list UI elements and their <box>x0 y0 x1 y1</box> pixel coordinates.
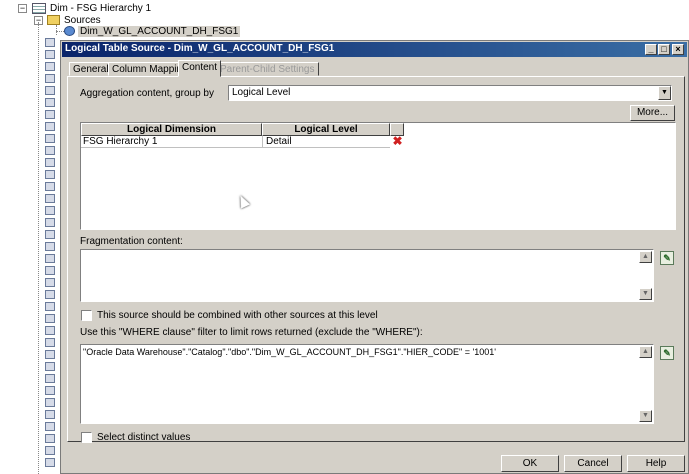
table-icon <box>45 410 55 419</box>
logical-table-source-dialog: Logical Table Source - Dim_W_GL_ACCOUNT_… <box>60 40 689 474</box>
table-icon <box>45 362 55 371</box>
table-icon <box>45 254 55 263</box>
table-icon <box>45 458 55 467</box>
scroll-down-icon[interactable]: ▼ <box>639 288 652 300</box>
edit-expression-icon[interactable]: ✎ <box>660 251 674 265</box>
tree-source-label[interactable]: Dim_W_GL_ACCOUNT_DH_FSG1 <box>78 26 241 37</box>
tab-general[interactable]: General <box>69 62 113 76</box>
more-button[interactable]: More... <box>630 105 675 121</box>
mouse-cursor-icon <box>235 193 251 209</box>
folder-icon <box>47 15 60 25</box>
help-button[interactable]: Help <box>627 455 685 472</box>
tree-column-icons <box>45 38 59 474</box>
table-icon <box>45 38 55 47</box>
table-icon <box>45 146 55 155</box>
table-icon <box>45 86 55 95</box>
aggregation-select-value: Logical Level <box>232 87 291 98</box>
table-icon <box>45 446 55 455</box>
table-icon <box>45 194 55 203</box>
content-tab-panel: Aggregation content, group by Logical Le… <box>67 76 685 443</box>
table-icon <box>45 158 55 167</box>
table-icon <box>45 434 55 443</box>
table-icon <box>45 230 55 239</box>
grid-header-level[interactable]: Logical Level <box>262 123 390 136</box>
table-icon <box>45 98 55 107</box>
close-button[interactable]: × <box>672 44 684 55</box>
table-icon <box>45 110 55 119</box>
tree-sources-label[interactable]: Sources <box>64 15 101 26</box>
table-icon <box>45 386 55 395</box>
table-icon <box>45 242 55 251</box>
tree-dim-label[interactable]: Dim - FSG Hierarchy 1 <box>50 3 151 14</box>
fragmentation-textarea[interactable]: ▲ ▼ <box>80 249 654 302</box>
tree-collapse-dim[interactable]: − <box>18 4 27 13</box>
table-icon <box>45 182 55 191</box>
where-clause-textarea[interactable]: "Oracle Data Warehouse"."Catalog"."dbo".… <box>80 344 654 424</box>
scroll-up-icon[interactable]: ▲ <box>639 346 652 358</box>
combine-sources-checkbox[interactable] <box>81 310 92 321</box>
select-distinct-checkbox[interactable] <box>81 432 92 443</box>
maximize-button[interactable]: □ <box>658 44 670 55</box>
table-icon <box>45 338 55 347</box>
table-icon <box>45 206 55 215</box>
minimize-button[interactable]: _ <box>645 44 657 55</box>
dialog-titlebar[interactable]: Logical Table Source - Dim_W_GL_ACCOUNT_… <box>62 42 687 57</box>
table-icon <box>45 62 55 71</box>
cancel-button[interactable]: Cancel <box>564 455 622 472</box>
table-icon <box>45 302 55 311</box>
grid-cell-level[interactable]: Detail <box>266 136 292 147</box>
table-icon <box>45 350 55 359</box>
table-icon <box>45 122 55 131</box>
ok-button[interactable]: OK <box>501 455 559 472</box>
table-icon <box>45 170 55 179</box>
table-icon <box>45 374 55 383</box>
where-clause-label: Use this "WHERE clause" filter to limit … <box>80 327 423 338</box>
table-icon <box>45 218 55 227</box>
table-row[interactable]: FSG Hierarchy 1 Detail <box>81 136 390 148</box>
grid-cell-dimension[interactable]: FSG Hierarchy 1 <box>83 136 157 147</box>
chevron-down-icon[interactable]: ▼ <box>658 86 671 100</box>
where-clause-value: "Oracle Data Warehouse"."Catalog"."dbo".… <box>83 347 496 357</box>
scroll-down-icon[interactable]: ▼ <box>639 410 652 422</box>
scroll-up-icon[interactable]: ▲ <box>639 251 652 263</box>
table-icon <box>45 134 55 143</box>
combine-sources-label: This source should be combined with othe… <box>97 310 378 321</box>
grid-header-dimension[interactable]: Logical Dimension <box>81 123 262 136</box>
table-icon <box>45 314 55 323</box>
table-icon <box>45 278 55 287</box>
tab-parent-child-settings: Parent-Child Settings <box>216 62 319 76</box>
logical-level-grid: Logical Dimension Logical Level FSG Hier… <box>80 122 676 230</box>
edit-expression-icon[interactable]: ✎ <box>660 346 674 360</box>
aggregation-label: Aggregation content, group by <box>80 88 214 99</box>
source-icon <box>64 26 75 36</box>
select-distinct-label: Select distinct values <box>97 432 191 443</box>
table-icon <box>45 74 55 83</box>
delete-row-icon[interactable]: ✖ <box>392 135 403 147</box>
dim-table-icon <box>32 3 46 14</box>
table-icon <box>45 50 55 59</box>
fragmentation-label: Fragmentation content: <box>80 236 183 247</box>
table-icon <box>45 422 55 431</box>
table-icon <box>45 290 55 299</box>
aggregation-select[interactable]: Logical Level ▼ <box>228 85 672 101</box>
tab-content[interactable]: Content <box>178 60 222 77</box>
table-icon <box>45 266 55 275</box>
table-icon <box>45 398 55 407</box>
table-icon <box>45 326 55 335</box>
dialog-title: Logical Table Source - Dim_W_GL_ACCOUNT_… <box>65 43 335 54</box>
